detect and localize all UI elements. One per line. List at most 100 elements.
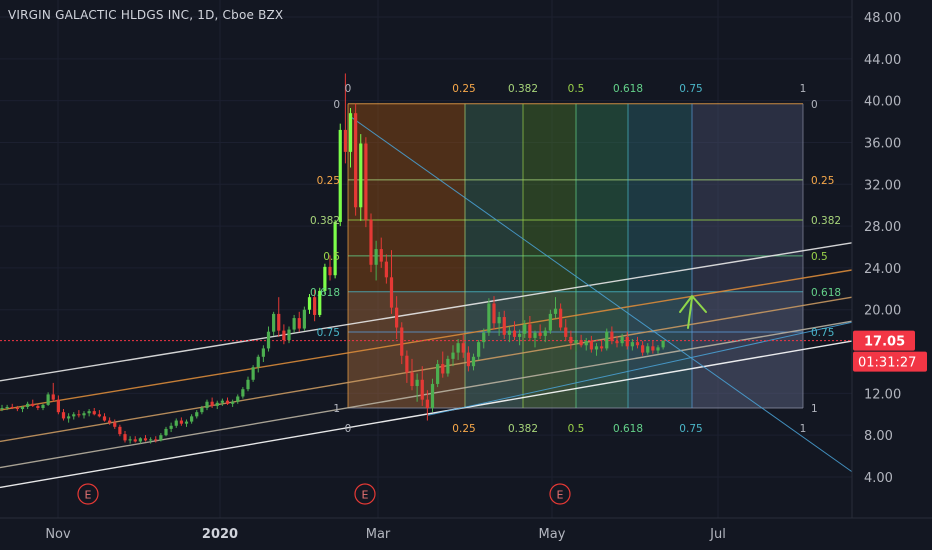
candle (302, 306, 306, 331)
candle-body (584, 341, 588, 346)
candle-body (446, 358, 450, 374)
candle-body (497, 317, 501, 324)
candle-body (461, 343, 465, 353)
candle-body (528, 324, 532, 338)
candle-body (5, 406, 9, 409)
candle-body (302, 309, 306, 329)
time-tick-label: Jul (709, 527, 726, 542)
fib-top-label: 0.5 (568, 83, 585, 95)
earnings-label: E (362, 489, 369, 502)
candle-body (256, 356, 260, 368)
chart-header: VIRGIN GALACTIC HLDGS INC, 1D, Cboe BZX (8, 8, 283, 22)
candle-body (26, 403, 30, 407)
candle-body (430, 383, 435, 409)
candle-body (133, 439, 137, 442)
exchange: Cboe BZX (222, 8, 284, 22)
candle-body (215, 402, 219, 406)
candlestick-chart[interactable]: 0 0.25 0.382 0.5 0.618 0.75 10 0.25 0.382 0.5 0.61… (0, 0, 932, 550)
candle-body (282, 330, 286, 341)
fib-left-label: 0.618 (310, 287, 340, 299)
candle-body (615, 341, 619, 344)
candle-body (471, 356, 476, 367)
candle-body (164, 428, 168, 436)
candle-body (149, 439, 153, 441)
price-tick-label: 44.00 (864, 53, 901, 68)
chart-container[interactable]: 0 0.25 0.382 0.5 0.618 0.75 1 0 0.25 0.382 0.5 0.61… (0, 0, 932, 550)
candle-body (400, 327, 404, 356)
candle-body (108, 420, 112, 423)
candle-body (128, 439, 132, 441)
fib-right-label: 1 (811, 403, 818, 415)
candle-body (190, 416, 194, 422)
candle-body (31, 403, 35, 406)
candle-body (87, 411, 91, 414)
time-tick-label: May (539, 527, 566, 542)
candle-body (415, 379, 419, 387)
candle-body (635, 342, 640, 346)
candle-body (369, 219, 373, 265)
candle-body (507, 330, 511, 335)
candle-body (174, 420, 178, 426)
candle-body (61, 412, 66, 419)
candle-body (343, 129, 347, 152)
candle-body (523, 324, 527, 334)
price-tick-label: 40.00 (864, 95, 901, 110)
fib-top-label: 0.382 (508, 83, 538, 95)
candle-body (15, 408, 19, 410)
candle-body (441, 364, 445, 374)
price-tick-label: 28.00 (864, 220, 901, 235)
candle-body (154, 439, 158, 441)
candle-body (333, 221, 337, 276)
candle-body (410, 372, 414, 387)
candle-body (225, 400, 230, 404)
candle-body (574, 340, 578, 344)
fib-top-label: 0.25 (452, 83, 475, 95)
candle-body (297, 318, 301, 329)
candle-body (379, 249, 383, 262)
candle-body (143, 438, 148, 441)
candle-body (600, 346, 604, 349)
candle-body (354, 113, 358, 208)
header-separator: , (214, 8, 223, 22)
price-tick-label: 24.00 (864, 262, 901, 277)
candle-body (374, 249, 378, 265)
candle-body (179, 420, 183, 424)
time-axis[interactable] (0, 518, 932, 550)
candle (364, 137, 368, 228)
fib-bottom-label: 0.25 (452, 423, 475, 435)
candle-body (307, 297, 312, 310)
candle-body (605, 331, 609, 349)
candle-body (272, 313, 276, 332)
candle-body (138, 438, 142, 442)
fib-right-label: 0.75 (811, 327, 834, 339)
candle-body (389, 277, 394, 308)
candle-body (512, 330, 517, 337)
candle-body (20, 406, 25, 410)
candle (354, 103, 358, 216)
candle-body (518, 333, 522, 337)
candle (605, 328, 609, 351)
candle-body (620, 336, 624, 344)
candle-body (533, 332, 537, 338)
time-tick-label: 2020 (202, 527, 238, 542)
candle-body (395, 307, 399, 328)
candle-body (610, 331, 614, 342)
candle-body (579, 340, 583, 346)
candle-body (231, 401, 235, 404)
symbol-name: VIRGIN GALACTIC HLDGS INC (8, 8, 190, 22)
fib-left-label: 0.25 (317, 175, 340, 187)
candle-body (313, 297, 317, 315)
price-tick-label: 8.00 (864, 429, 893, 444)
price-tick-label: 12.00 (864, 387, 901, 402)
candle-body (543, 330, 547, 336)
candle-body (538, 332, 542, 336)
candle-body (420, 379, 424, 400)
fib-top-label: 0.618 (613, 83, 643, 95)
time-tick-label: Nov (45, 527, 71, 542)
candle-body (36, 405, 40, 409)
candle-body (456, 343, 460, 353)
candle-body (241, 389, 245, 397)
candle-body (184, 421, 189, 424)
candle-body (0, 408, 4, 410)
candle-body (236, 396, 240, 402)
